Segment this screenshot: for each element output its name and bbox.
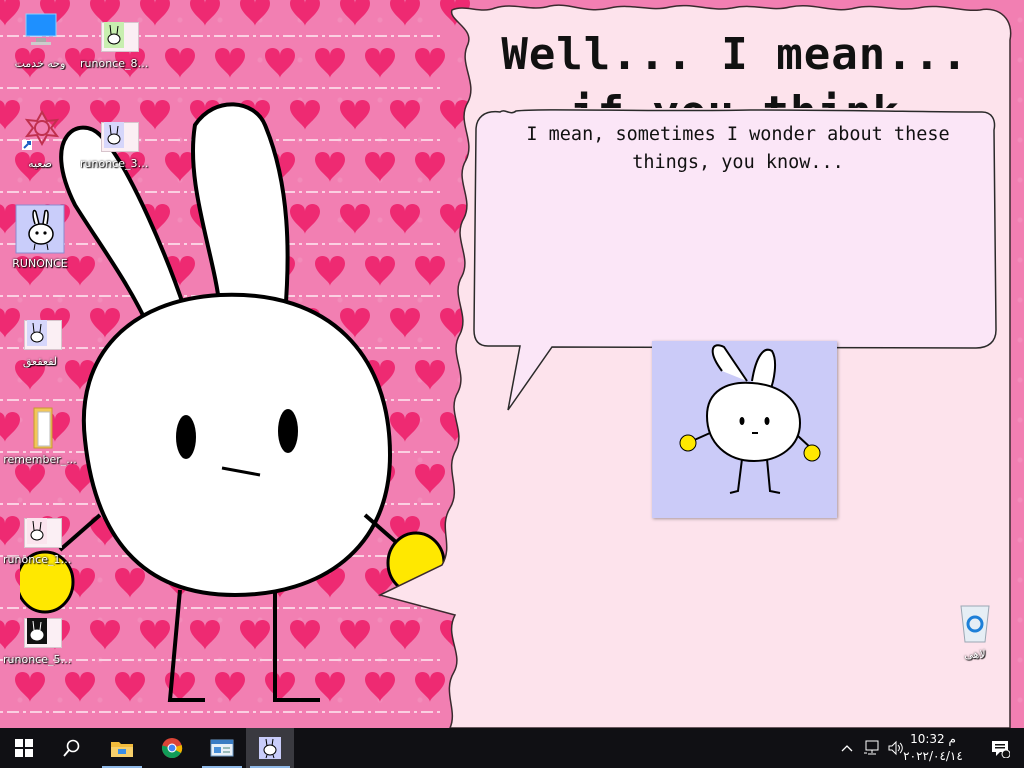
windows-start-icon bbox=[15, 739, 33, 757]
desktop-icon-runonce-82[interactable]: runonce_82... bbox=[80, 8, 154, 94]
desktop-icon-shortcut[interactable]: صعيه bbox=[3, 108, 77, 194]
chrome-icon bbox=[161, 738, 183, 759]
recycle-bin-icon bbox=[960, 605, 990, 643]
desktop-icon-label: لقعقعق bbox=[22, 355, 58, 368]
network-icon bbox=[864, 740, 879, 755]
image-file-icon bbox=[93, 108, 141, 154]
monitor-icon bbox=[16, 8, 64, 54]
taskbar: 10:32 م ٢٠٢٢/٠٤/١٤ bbox=[0, 728, 1024, 768]
desktop-icon-runonce[interactable]: RUNONCE bbox=[3, 204, 77, 290]
popup-headline: Well... I mean... if you think about it bbox=[501, 29, 969, 108]
clock-date[interactable]: ٢٠٢٢/٠٤/١٤ bbox=[900, 749, 966, 763]
notification-icon bbox=[992, 741, 1010, 758]
bunny-app-taskbar-button[interactable] bbox=[246, 728, 294, 768]
recycle-bin-label: لاهی bbox=[964, 648, 986, 661]
clock-time[interactable]: 10:32 م bbox=[900, 732, 966, 746]
bunny-image-card bbox=[652, 341, 837, 518]
image-file-icon bbox=[16, 306, 64, 352]
chrome-taskbar-button[interactable] bbox=[148, 728, 196, 768]
desktop-icon-label: صعيه bbox=[28, 157, 52, 170]
desktop: وحه خدمت runonce_82... صعيه runonce_33..… bbox=[0, 0, 1024, 728]
desktop-icon-remember[interactable]: remember_... bbox=[3, 404, 77, 490]
heart-decoration bbox=[165, 48, 195, 78]
show-hidden-icons-button[interactable] bbox=[836, 728, 858, 768]
image-file-icon bbox=[16, 604, 64, 650]
action-center-button[interactable] bbox=[976, 728, 1024, 768]
app-window-taskbar-button[interactable] bbox=[198, 728, 246, 768]
speech-bubble-text: I mean, sometimes I wonder about these t… bbox=[526, 124, 950, 173]
desktop-icon-computer[interactable]: وحه خدمت bbox=[3, 8, 77, 94]
heart-decoration bbox=[190, 0, 220, 26]
desktop-icon-label: runonce_57... bbox=[3, 653, 77, 666]
desktop-icon-label: وحه خدمت bbox=[14, 57, 66, 70]
desktop-icon-label: remember_... bbox=[3, 453, 77, 466]
recycle-bin[interactable]: لاهی bbox=[948, 600, 1002, 661]
start-button[interactable] bbox=[0, 728, 48, 768]
desktop-icon-runonce-13[interactable]: runonce_13... bbox=[3, 504, 77, 590]
chevron-up-icon bbox=[841, 745, 853, 752]
file-explorer-icon bbox=[111, 742, 133, 757]
desktop-icon-label: runonce_13... bbox=[3, 553, 77, 566]
search-button[interactable] bbox=[48, 728, 96, 768]
folder-icon bbox=[16, 404, 64, 450]
desktop-icon-label: runonce_33... bbox=[80, 157, 154, 170]
desktop-icon-runonce-33[interactable]: runonce_33... bbox=[80, 108, 154, 194]
heart-decoration bbox=[265, 48, 295, 78]
bunny-app-icon bbox=[259, 737, 281, 759]
search-icon bbox=[63, 739, 80, 757]
desktop-icon-file[interactable]: لقعقعق bbox=[3, 306, 77, 392]
heart-decoration bbox=[215, 48, 245, 78]
image-file-icon bbox=[93, 8, 141, 54]
heart-decoration bbox=[315, 48, 345, 78]
image-file-icon bbox=[16, 504, 64, 550]
app-window-icon bbox=[210, 739, 234, 757]
heart-decoration bbox=[240, 0, 270, 26]
desktop-icon-label: runonce_82... bbox=[80, 57, 154, 70]
heart-decoration bbox=[340, 0, 370, 26]
bunny-app-icon bbox=[15, 204, 65, 254]
file-explorer-taskbar-button[interactable] bbox=[98, 728, 146, 768]
heart-decoration bbox=[290, 0, 320, 26]
desktop-icon-label: RUNONCE bbox=[12, 257, 68, 270]
flower-shortcut-icon bbox=[16, 108, 64, 154]
desktop-icon-runonce-57[interactable]: runonce_57... bbox=[3, 604, 77, 690]
network-button[interactable] bbox=[860, 728, 884, 768]
